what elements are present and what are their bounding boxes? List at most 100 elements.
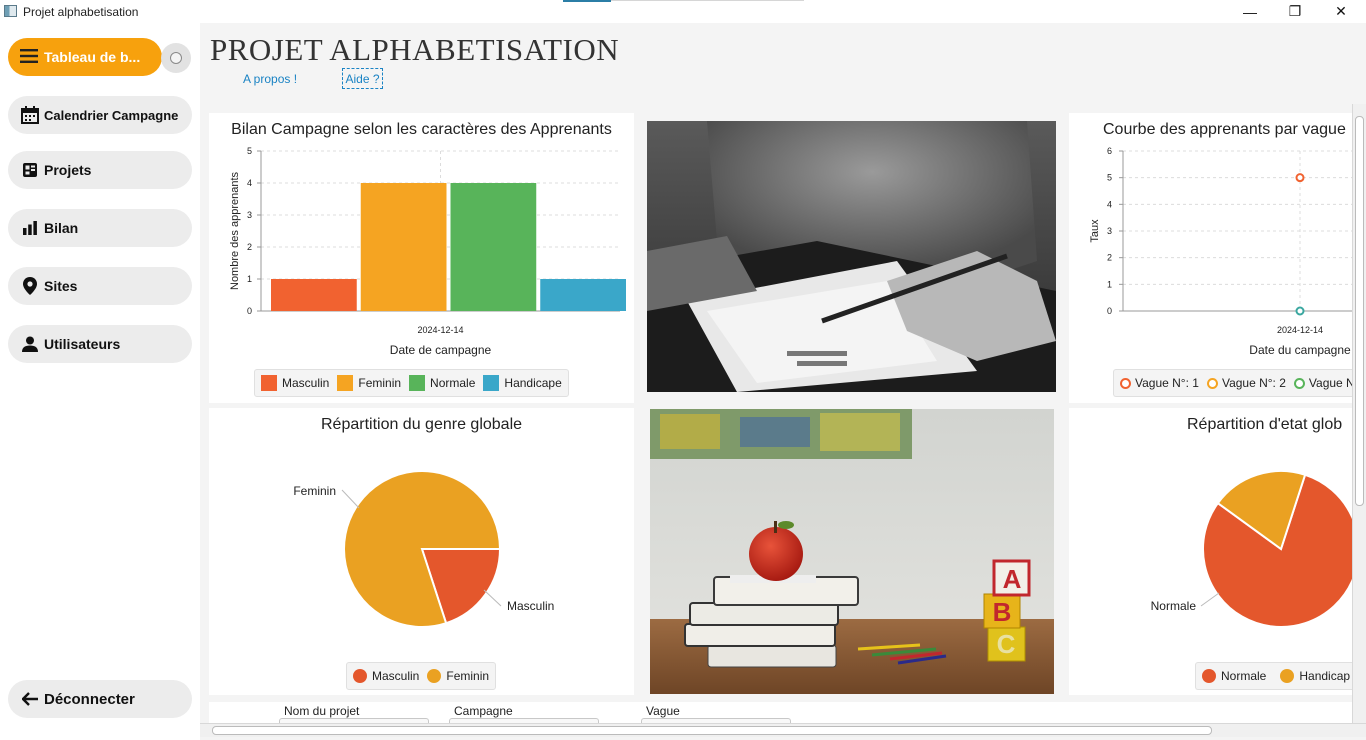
sidebar-item-calendar[interactable]: Calendrier Campagne	[8, 96, 192, 134]
legend-label: Feminin	[358, 376, 402, 390]
x-tick-label: 2024-12-14	[417, 325, 463, 335]
projects-icon	[20, 161, 40, 179]
legend-marker	[1202, 669, 1216, 683]
gender-pie-chart: Masculin Feminin	[293, 470, 554, 628]
legend-label: Normale	[430, 376, 476, 390]
bar-feminin	[360, 183, 447, 311]
legend-item: Normale	[409, 375, 475, 391]
sidebar-item-label: Calendrier Campagne	[44, 107, 179, 123]
legend-item: Handicap	[1280, 669, 1350, 683]
svg-text:B: B	[993, 597, 1012, 627]
sidebar-item-label: Bilan	[44, 220, 79, 236]
scatter-chart-card: Courbe des apprenants par vague 0 1 2 3 4 5 6 2…	[1069, 113, 1352, 403]
svg-text:C: C	[997, 629, 1016, 659]
titlebar-divider	[611, 0, 804, 1]
page-title: PROJET ALPHABETISATION	[210, 32, 620, 67]
y-tick-label: 4	[247, 178, 252, 188]
bar-chart-card: Bilan Campagne selon les caractères des …	[209, 113, 634, 403]
sidebar-item-label: Sites	[44, 278, 78, 294]
legend-marker	[1206, 377, 1218, 389]
x-axis-title: Date du campagne	[1249, 343, 1351, 357]
bar-chart-icon	[20, 219, 40, 237]
scatter-chart-legend: Vague N°: 1 Vague N°: 2 Vague N°:	[1113, 369, 1352, 397]
y-tick-label: 5	[1107, 173, 1112, 183]
sidebar-item-dashboard[interactable]: Tableau de b...	[8, 38, 162, 76]
legend-swatch	[261, 375, 277, 391]
scatter-chart: 0 1 2 3 4 5 6 2024-12-14 Date du campagne Taux	[1089, 146, 1352, 357]
y-tick-label: 2	[247, 242, 252, 252]
close-button[interactable]: ✕	[1318, 0, 1364, 23]
legend-label: Feminin	[446, 669, 490, 683]
bar-chart-legend: Masculin Feminin Normale Handicape	[254, 369, 569, 397]
sidebar-item-label: Tableau de b...	[44, 49, 141, 65]
x-axis-title: Date de campagne	[390, 343, 492, 357]
horizontal-scroll-thumb[interactable]	[212, 726, 1212, 735]
legend-label: Normale	[1221, 669, 1267, 683]
legend-item: Masculin	[261, 375, 329, 391]
data-point	[1295, 173, 1305, 183]
wave-label: Vague	[646, 704, 680, 718]
svg-text:A: A	[1003, 564, 1022, 594]
y-tick-label: 5	[247, 146, 252, 156]
maximize-button[interactable]: ❐	[1272, 0, 1318, 23]
logout-label: Déconnecter	[44, 690, 135, 708]
minimize-button[interactable]: —	[1227, 0, 1273, 23]
bar-handicape	[540, 279, 626, 311]
legend-marker	[1280, 669, 1295, 683]
legend-swatch	[409, 375, 426, 391]
legend-swatch	[337, 375, 354, 391]
y-axis-title: Nombre des apprenants	[229, 171, 241, 290]
legend-item: Feminin	[337, 375, 401, 391]
state-pie-title: Répartition d'etat glob	[1187, 416, 1343, 433]
writing-hand-photo	[647, 121, 1056, 392]
x-tick-label: 2024-12-14	[1277, 325, 1323, 335]
legend-marker	[427, 669, 442, 683]
window-title: Projet alphabetisation	[23, 5, 139, 19]
sidebar-item-bilan[interactable]: Bilan	[8, 209, 192, 247]
user-icon	[20, 335, 40, 353]
pie-label: Masculin	[507, 599, 554, 613]
legend-marker	[1293, 377, 1305, 389]
titlebar-accent	[563, 0, 611, 2]
bar-normale	[450, 183, 537, 311]
legend-item: Masculin	[353, 669, 419, 683]
sidebar-item-projects[interactable]: Projets	[8, 151, 192, 189]
legend-swatch	[483, 375, 500, 391]
gender-pie-card: Répartition du genre globale Masculin Fem…	[209, 408, 634, 695]
y-tick-label: 0	[247, 306, 252, 316]
state-pie-card: Répartition d'etat glob Normale Normale …	[1069, 408, 1352, 695]
y-tick-label: 3	[1107, 226, 1112, 236]
sidebar-item-users[interactable]: Utilisateurs	[8, 325, 192, 363]
vertical-scrollbar[interactable]	[1352, 104, 1366, 724]
state-pie-legend: Normale Handicap	[1195, 662, 1352, 690]
sidebar-item-sites[interactable]: Sites	[8, 267, 192, 305]
y-tick-label: 4	[1107, 199, 1112, 209]
sidebar-item-label: Utilisateurs	[44, 336, 121, 352]
legend-label: Vague N°: 2	[1221, 376, 1286, 390]
legend-item: Normale	[1202, 669, 1266, 683]
apple-books-photo: C B A	[650, 409, 1054, 694]
state-pie-chart: Normale	[1151, 470, 1352, 628]
hamburger-icon	[20, 47, 38, 68]
y-tick-label: 1	[1107, 279, 1112, 289]
legend-label: Handicape	[504, 376, 562, 390]
project-name-label: Nom du projet	[284, 704, 360, 718]
pie-leader-line	[341, 489, 360, 509]
about-link[interactable]: A propos !	[243, 72, 297, 86]
pie-label: Normale	[1151, 599, 1197, 613]
logout-button[interactable]: Déconnecter	[8, 680, 192, 718]
window-titlebar: Projet alphabetisation — ❐ ✕	[0, 0, 1366, 23]
sidebar: Tableau de b... Calendrier Campagne Proj…	[0, 23, 200, 740]
help-link[interactable]: Aide ?	[342, 68, 383, 89]
theme-toggle[interactable]	[161, 43, 191, 73]
vertical-scroll-thumb[interactable]	[1355, 116, 1364, 506]
horizontal-scrollbar[interactable]	[200, 723, 1366, 737]
legend-label: Vague N°: 1	[1135, 376, 1199, 390]
legend-item: Vague N°:	[1293, 376, 1352, 390]
bar-chart: 0 1 2 3 4 5 2024-12-14 Date de campagne Nombre d…	[229, 146, 626, 357]
toggle-knob	[170, 52, 182, 64]
legend-marker	[1120, 377, 1131, 389]
bar-chart-title: Bilan Campagne selon les caractères des …	[231, 121, 612, 138]
calendar-icon	[20, 106, 40, 124]
legend-label: Vague N°:	[1308, 376, 1352, 390]
